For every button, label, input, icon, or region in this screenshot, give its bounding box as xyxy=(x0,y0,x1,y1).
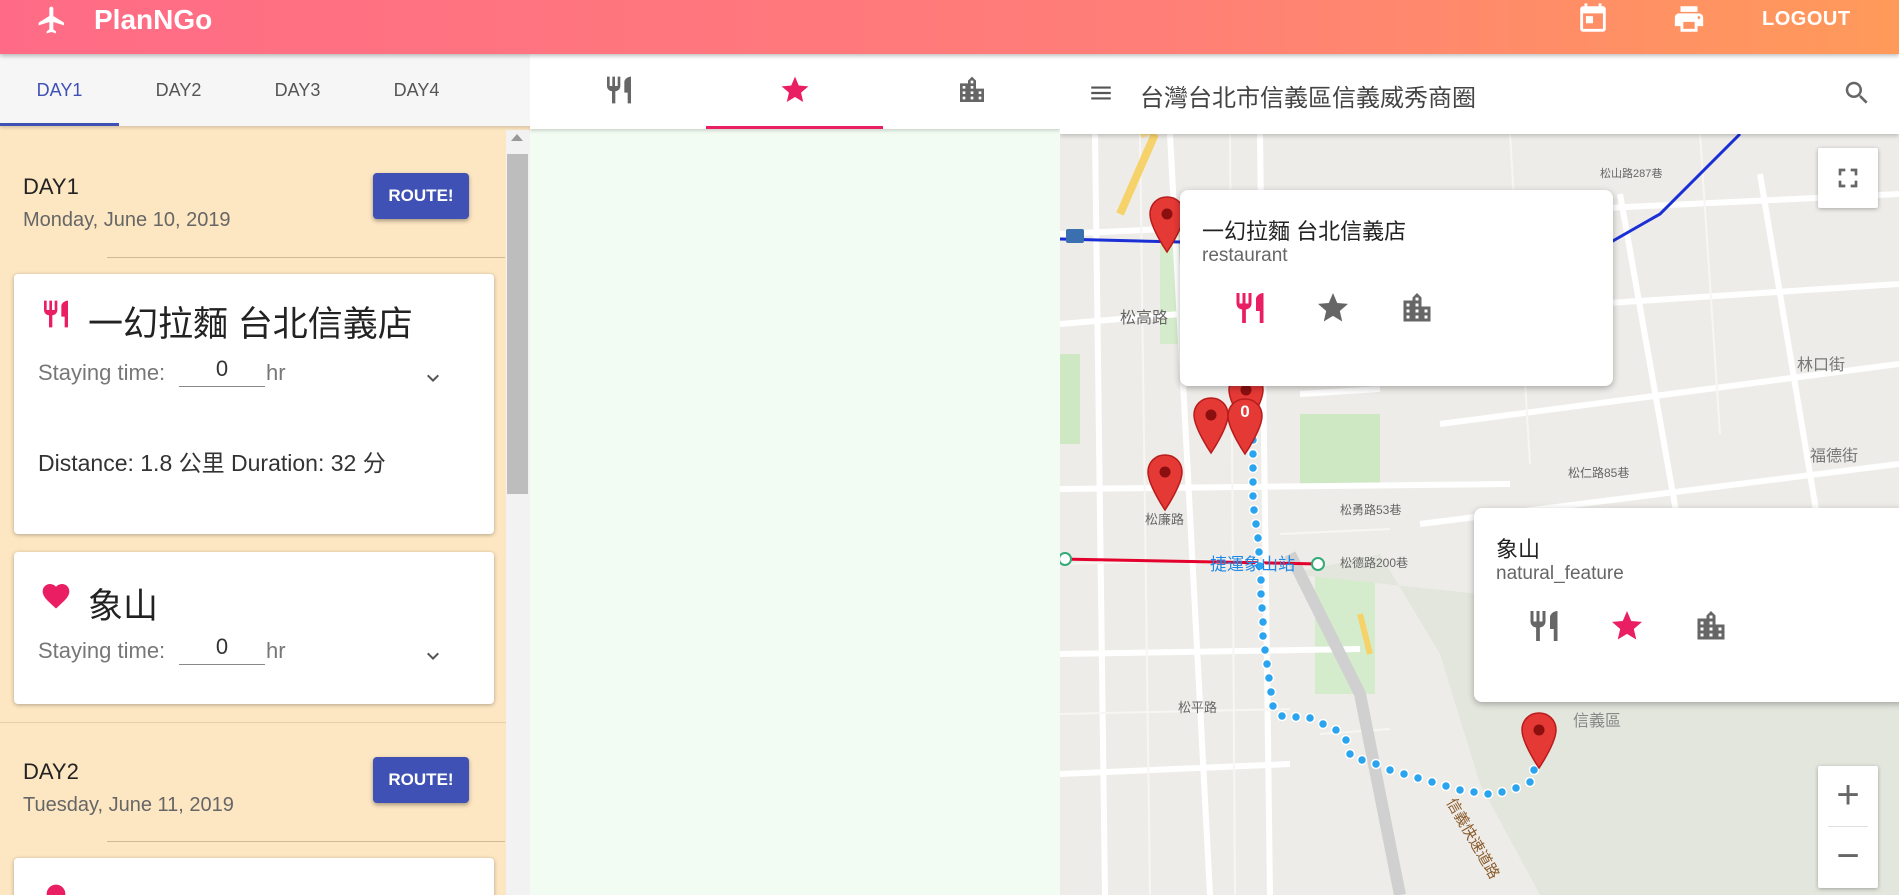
tab-restaurants[interactable] xyxy=(530,54,707,129)
building-icon[interactable] xyxy=(1693,608,1729,644)
map-marker-icon[interactable] xyxy=(1192,397,1230,455)
scrollbar-thumb[interactable] xyxy=(507,154,528,494)
tab-day3[interactable]: DAY3 xyxy=(238,54,357,126)
route-button[interactable]: ROUTE! xyxy=(373,173,469,219)
hours-unit: hr xyxy=(266,360,286,385)
divider xyxy=(0,722,506,723)
street-label: 福德街 xyxy=(1810,448,1859,465)
place-card[interactable] xyxy=(14,858,494,895)
marker-label: 0 xyxy=(1240,402,1250,421)
place-card[interactable]: 一幻拉麵 台北信義店 Staying time: 0 hr Distance: … xyxy=(14,274,494,534)
staying-time-label: Staying time: xyxy=(38,638,166,663)
info-place-name: 象山 xyxy=(1496,537,1541,562)
staying-time-input[interactable]: 0 xyxy=(179,634,265,665)
divider xyxy=(107,841,505,842)
heart-icon xyxy=(42,584,70,609)
restaurant-icon xyxy=(44,300,68,328)
airplane-icon xyxy=(38,6,64,34)
search-icon[interactable] xyxy=(1842,78,1872,108)
restaurant-icon xyxy=(607,76,631,104)
top-app-bar: PlanNGo LOGOUT xyxy=(0,0,1899,54)
info-place-type: natural_feature xyxy=(1496,563,1624,584)
place-name: 象山 xyxy=(88,587,159,626)
app-title: PlanNGo xyxy=(94,4,213,35)
building-icon[interactable] xyxy=(1399,290,1435,326)
street-label: 松山路287巷 xyxy=(1600,168,1663,180)
tab-day4[interactable]: DAY4 xyxy=(357,54,476,126)
info-place-type: restaurant xyxy=(1202,245,1288,266)
zoom-out-button[interactable]: − xyxy=(1818,827,1878,887)
staying-time-label: Staying time: xyxy=(38,360,166,385)
day-date: Monday, June 10, 2019 xyxy=(23,209,231,231)
day-title: DAY1 xyxy=(23,174,79,199)
day-date: Tuesday, June 11, 2019 xyxy=(23,794,234,816)
place-name: 一幻拉麵 台北信義店 xyxy=(88,305,413,344)
restaurant-icon[interactable] xyxy=(1526,608,1562,644)
zoom-controls: + − xyxy=(1818,766,1878,888)
fullscreen-button[interactable] xyxy=(1818,148,1878,208)
street-label: 松平路 xyxy=(1178,700,1218,715)
logout-button[interactable]: LOGOUT xyxy=(1762,8,1851,31)
search-input[interactable]: 台灣台北市信義區信義威秀商圈 xyxy=(1140,78,1476,113)
district-label: 信義區 xyxy=(1573,713,1622,730)
itinerary-panel: DAY1 DAY2 DAY3 DAY4 DAY1 Monday, June 10… xyxy=(0,54,530,895)
star-icon xyxy=(781,76,809,102)
printer-icon[interactable] xyxy=(1672,2,1706,36)
tab-hotels[interactable] xyxy=(883,54,1060,129)
category-tabs xyxy=(530,54,1060,129)
day-title: DAY2 xyxy=(23,759,79,784)
metro-station-label: 捷運象山站 xyxy=(1210,555,1295,574)
tab-day1[interactable]: DAY1 xyxy=(0,54,119,126)
info-place-name: 一幻拉麵 台北信義店 xyxy=(1202,219,1407,244)
place-info-window[interactable]: 象山 natural_feature xyxy=(1474,508,1899,702)
street-label: 松勇路53巷 xyxy=(1340,503,1402,517)
fullscreen-icon xyxy=(1838,168,1858,188)
restaurant-icon[interactable] xyxy=(1232,290,1268,326)
street-label: 松德路200巷 xyxy=(1340,556,1409,570)
street-label: 松仁路85巷 xyxy=(1568,466,1630,480)
place-icon xyxy=(46,884,66,895)
map-marker-icon[interactable] xyxy=(1146,454,1184,512)
map-marker-numbered[interactable]: 0 xyxy=(1226,398,1264,456)
street-label: 松高路 xyxy=(1120,310,1169,327)
staying-time-input[interactable]: 0 xyxy=(179,356,265,387)
suggestions-panel xyxy=(530,54,1060,895)
menu-icon[interactable] xyxy=(1086,80,1116,106)
day-tabs: DAY1 DAY2 DAY3 DAY4 xyxy=(0,54,530,126)
tab-attractions[interactable] xyxy=(706,54,883,129)
scroll-up-arrow-icon[interactable] xyxy=(511,134,523,141)
distance-duration: Distance: 1.8 公里 Duration: 32 分 xyxy=(38,450,386,476)
star-icon[interactable] xyxy=(1315,290,1351,326)
place-card[interactable]: 象山 Staying time: 0 hr xyxy=(14,552,494,704)
map-search-bar: 台灣台北市信義區信義威秀商圈 xyxy=(1060,54,1899,134)
hours-unit: hr xyxy=(266,638,286,663)
chevron-down-icon[interactable] xyxy=(421,366,445,390)
chevron-down-icon[interactable] xyxy=(421,644,445,668)
map-view[interactable]: 台灣台北市信義區信義威秀商圈 松高路 松仁路85巷 松德路200巷 松勇路53巷… xyxy=(1060,54,1899,895)
route-button[interactable]: ROUTE! xyxy=(373,757,469,803)
building-icon xyxy=(960,76,984,102)
divider xyxy=(107,257,505,258)
calendar-icon[interactable] xyxy=(1576,2,1610,36)
map-marker-icon[interactable] xyxy=(1520,712,1558,770)
star-icon[interactable] xyxy=(1609,608,1645,644)
tab-day2[interactable]: DAY2 xyxy=(119,54,238,126)
zoom-in-button[interactable]: + xyxy=(1818,766,1878,826)
street-label: 林口街 xyxy=(1797,357,1846,374)
place-info-window[interactable]: 一幻拉麵 台北信義店 restaurant xyxy=(1180,190,1613,386)
